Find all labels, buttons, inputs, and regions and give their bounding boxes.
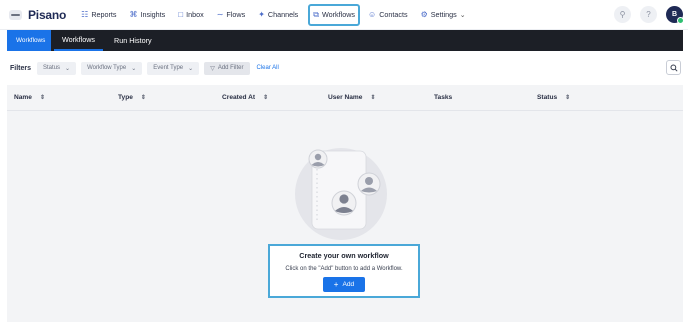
empty-state-card: Create your own workflow Click on the "A…	[268, 244, 420, 298]
sort-icon: ⇕	[140, 95, 146, 101]
flows-icon: ∼	[216, 9, 224, 19]
clear-all-link[interactable]: Clear All	[257, 65, 279, 71]
workflow-type-filter-label: Workflow Type	[87, 65, 127, 71]
chevron-down-icon: ⌄	[131, 65, 137, 72]
nav-item-settings[interactable]: ⚙ Settings ⌄	[419, 6, 468, 24]
nav-item-flows[interactable]: ∼ Flows	[215, 6, 247, 24]
help-button[interactable]: ?	[640, 6, 657, 23]
tab-workflows[interactable]: Workflows	[54, 30, 104, 51]
nav-item-label: Workflows	[322, 10, 356, 19]
contacts-icon: ☺	[368, 9, 377, 19]
nav-item-inbox[interactable]: □ Inbox	[176, 6, 205, 24]
sort-icon: ⇕	[39, 95, 45, 101]
empty-state-title: Create your own workflow	[299, 251, 389, 260]
nav-item-channels[interactable]: ✦ Channels	[256, 6, 300, 24]
status-filter-dropdown[interactable]: Status ⌄	[37, 61, 77, 75]
avatar-initial: B	[671, 11, 678, 18]
column-header-type[interactable]: Type ⇕	[118, 94, 146, 101]
add-workflow-button[interactable]: + Add	[323, 277, 365, 292]
search-icon: ⚲	[619, 10, 626, 19]
empty-state-description: Click on the "Add" button to add a Workf…	[285, 266, 403, 272]
column-label: User Name	[328, 94, 363, 101]
table-header: Name ⇕ Type ⇕ Created At ⇕ User Name ⇕ T…	[7, 85, 683, 111]
nav-item-label: Channels	[267, 10, 299, 19]
status-filter-label: Status	[43, 65, 61, 71]
nav-item-label: Flows	[226, 10, 246, 19]
top-navbar: Pisano ☷ Reports ⌘ Insights □ Inbox ∼ Fl…	[0, 0, 688, 30]
event-type-filter-dropdown[interactable]: Event Type ⌄	[147, 61, 200, 75]
sort-icon: ⇕	[565, 95, 571, 101]
add-button-label: Add	[342, 281, 355, 288]
tab-run-history[interactable]: Run History	[106, 30, 160, 51]
nav-item-label: Settings	[430, 10, 457, 19]
funnel-icon: ▽	[210, 65, 215, 72]
column-header-tasks: Tasks	[434, 94, 452, 101]
nav-actions: ⚲ ? B	[614, 6, 688, 24]
sort-icon: ⇕	[370, 95, 376, 101]
column-header-status[interactable]: Status ⇕	[537, 94, 570, 101]
empty-state-illustration	[295, 148, 387, 240]
search-icon	[669, 63, 678, 72]
global-search-button[interactable]: ⚲	[614, 6, 631, 23]
workflows-icon: ⧉	[313, 9, 319, 19]
column-header-user-name[interactable]: User Name ⇕	[328, 94, 375, 101]
avatar[interactable]: B	[666, 6, 684, 24]
event-type-filter-label: Event Type	[153, 65, 184, 71]
table-search-button[interactable]	[666, 60, 681, 75]
column-header-created-at[interactable]: Created At ⇕	[222, 94, 268, 101]
workflow-type-filter-dropdown[interactable]: Workflow Type ⌄	[81, 61, 143, 75]
nav-item-workflows[interactable]: ⧉ Workflows	[308, 3, 361, 26]
chart-icon: ☷	[81, 9, 89, 19]
column-header-name[interactable]: Name ⇕	[14, 94, 45, 101]
nav-item-reports[interactable]: ☷ Reports	[79, 6, 118, 24]
chevron-down-icon: ⌄	[459, 11, 466, 19]
chevron-down-icon: ⌄	[65, 65, 71, 72]
nav-item-label: Insights	[140, 10, 166, 19]
plus-icon: +	[333, 280, 339, 289]
chevron-down-icon: ⌄	[188, 65, 194, 72]
column-label: Created At	[222, 94, 256, 101]
sort-icon: ⇕	[263, 95, 269, 101]
nav-item-contacts[interactable]: ☺ Contacts	[366, 6, 410, 24]
column-label: Status	[537, 94, 558, 101]
filters-label: Filters	[10, 64, 32, 72]
filter-bar: Filters Status ⌄ Workflow Type ⌄ Event T…	[0, 58, 688, 78]
column-label: Tasks	[434, 94, 453, 101]
brand-logo[interactable]: Pisano	[9, 8, 66, 22]
section-crumb[interactable]: Workflows	[7, 30, 51, 51]
column-label: Name	[14, 94, 32, 101]
brand-name: Pisano	[28, 7, 67, 22]
nav-item-label: Inbox	[186, 10, 204, 19]
brand-mark-icon	[9, 9, 22, 20]
nav-item-label: Contacts	[379, 10, 408, 19]
inbox-icon: □	[178, 9, 184, 19]
main-nav: ☷ Reports ⌘ Insights □ Inbox ∼ Flows ✦ C…	[79, 0, 476, 30]
help-icon: ?	[646, 10, 651, 19]
sub-navbar: Workflows Workflows Run History	[7, 30, 683, 51]
column-label: Type	[118, 94, 133, 101]
add-filter-label: Add Filter	[217, 65, 244, 71]
gear-icon: ⚙	[420, 9, 428, 19]
channels-icon: ✦	[258, 9, 265, 19]
insights-icon: ⌘	[129, 9, 138, 19]
add-filter-button[interactable]: ▽ Add Filter	[204, 61, 250, 75]
nav-item-insights[interactable]: ⌘ Insights	[128, 6, 168, 24]
nav-item-label: Reports	[91, 10, 117, 19]
